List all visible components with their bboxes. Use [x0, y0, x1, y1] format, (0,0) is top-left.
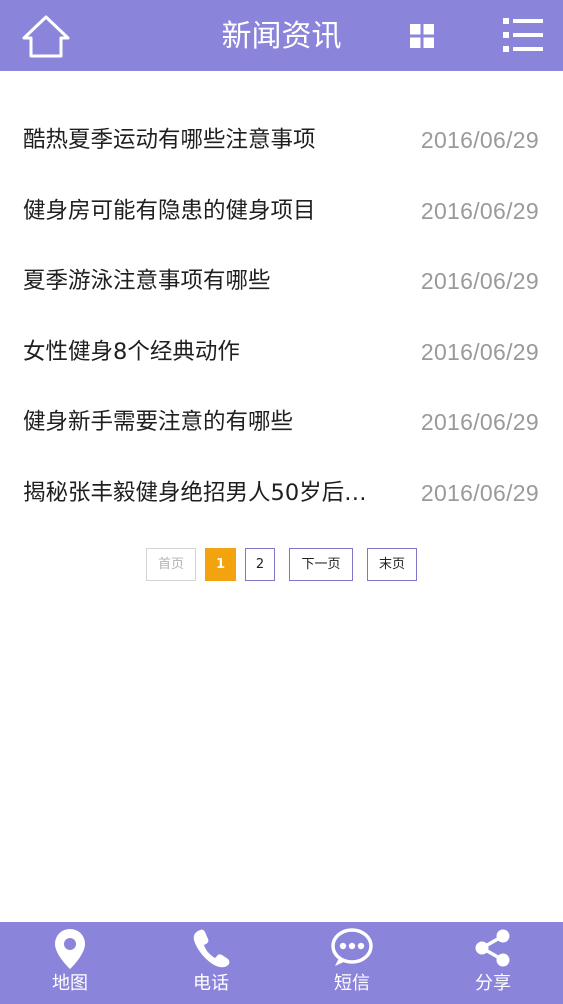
last-page-button[interactable]: 末页 — [367, 548, 417, 581]
page-2-button[interactable]: 2 — [245, 548, 275, 581]
news-item[interactable]: 揭秘张丰毅健身绝招男人50岁后… 2016/06/29 — [0, 458, 563, 529]
list-menu-icon — [503, 18, 543, 52]
map-pin-icon — [55, 929, 85, 969]
news-title[interactable]: 健身新手需要注意的有哪些 — [23, 405, 385, 439]
news-date: 2016/06/29 — [420, 479, 539, 506]
news-item[interactable]: 健身新手需要注意的有哪些 2016/06/29 — [0, 387, 563, 458]
share-icon — [475, 929, 510, 967]
bottom-nav-bar: 地图 电话 短信 分享 — [0, 922, 563, 1004]
pagination: 首页 1 2 下一页 末页 — [0, 548, 563, 582]
news-item[interactable]: 女性健身8个经典动作 2016/06/29 — [0, 317, 563, 388]
page-title: 新闻资讯 — [221, 19, 342, 54]
news-title[interactable]: 揭秘张丰毅健身绝招男人50岁后… — [23, 476, 385, 510]
phone-tab[interactable]: 电话 — [141, 922, 281, 1004]
sms-tab[interactable]: 短信 — [282, 922, 422, 1004]
grid-icon — [410, 24, 434, 48]
news-date: 2016/06/29 — [420, 338, 539, 365]
news-title[interactable]: 夏季游泳注意事项有哪些 — [23, 264, 385, 298]
news-title[interactable]: 女性健身8个经典动作 — [23, 335, 385, 369]
share-tab-label: 分享 — [475, 973, 511, 994]
news-date: 2016/06/29 — [420, 268, 539, 294]
news-date: 2016/06/29 — [420, 409, 539, 435]
grid-view-button[interactable] — [410, 24, 434, 48]
news-item[interactable]: 健身房可能有隐患的健身项目 2016/06/29 — [0, 176, 563, 247]
header-bar: 新闻资讯 — [0, 0, 563, 71]
phone-icon — [193, 929, 230, 968]
map-tab-label: 地图 — [52, 973, 88, 994]
share-tab[interactable]: 分享 — [423, 922, 563, 1004]
next-page-button[interactable]: 下一页 — [289, 548, 353, 581]
news-title[interactable]: 酷热夏季运动有哪些注意事项 — [23, 123, 385, 157]
map-tab[interactable]: 地图 — [0, 922, 140, 1004]
current-page-indicator: 1 — [205, 548, 236, 581]
menu-button[interactable] — [503, 17, 543, 53]
phone-tab-label: 电话 — [193, 973, 229, 994]
news-date: 2016/06/29 — [420, 127, 539, 153]
news-title[interactable]: 健身房可能有隐患的健身项目 — [23, 194, 385, 228]
news-item[interactable]: 夏季游泳注意事项有哪些 2016/06/29 — [0, 246, 563, 317]
first-page-button[interactable]: 首页 — [146, 548, 196, 581]
sms-icon — [331, 928, 373, 966]
news-item[interactable]: 酷热夏季运动有哪些注意事项 2016/06/29 — [0, 105, 563, 176]
news-list: 酷热夏季运动有哪些注意事项 2016/06/29 健身房可能有隐患的健身项目 2… — [0, 105, 563, 528]
news-date: 2016/06/29 — [420, 197, 539, 224]
sms-tab-label: 短信 — [334, 973, 370, 994]
